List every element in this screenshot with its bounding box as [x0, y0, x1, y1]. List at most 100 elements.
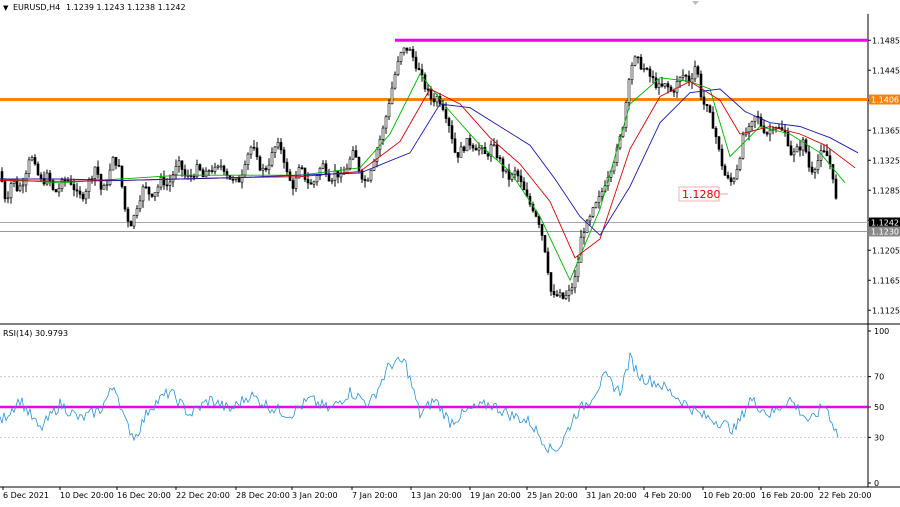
candle-body [633, 56, 637, 66]
candle-body [435, 96, 439, 103]
rsi-tick-label: 30 [874, 433, 884, 442]
candle-body [255, 147, 259, 158]
candle-body [27, 159, 31, 174]
candle-body [213, 166, 217, 172]
candle-body [462, 146, 466, 152]
candle-body [666, 83, 670, 88]
candle-body [465, 137, 469, 152]
candle-body [192, 176, 196, 178]
chart-menu-icon[interactable]: ▼ [3, 4, 9, 12]
time-tick-label: 19 Jan 20:00 [470, 491, 521, 500]
candle-body [504, 169, 508, 172]
candle-body [354, 150, 358, 158]
rsi-label: RSI(14) 30.9793 [3, 329, 68, 338]
candle-body [303, 167, 307, 180]
candle-body [3, 181, 7, 200]
candle-body [576, 262, 580, 278]
candle-body [21, 184, 25, 187]
candle-body [351, 150, 355, 160]
candle-body [270, 152, 274, 166]
candle-body [522, 181, 526, 191]
candle-body [285, 162, 289, 173]
candle-body [372, 160, 376, 171]
candle-body [672, 90, 676, 93]
candle-body [201, 169, 205, 178]
candle-body [426, 88, 430, 91]
candle-body [84, 191, 88, 200]
candle-body [138, 200, 142, 210]
candle-body [495, 144, 499, 158]
candle-body [786, 131, 790, 147]
candle-body [486, 153, 490, 157]
candle-body [231, 178, 235, 181]
candle-body [219, 165, 223, 168]
candle-body [789, 145, 793, 156]
candle-body [642, 67, 646, 70]
candle-body [450, 125, 454, 140]
candle-body [813, 169, 817, 173]
candle-body [75, 189, 79, 192]
candle-body [591, 207, 595, 217]
candle-body [120, 165, 124, 187]
candle-body [594, 202, 598, 209]
candle-body [387, 103, 391, 118]
candle-body [420, 69, 424, 76]
candle-body [369, 170, 373, 181]
candle-body [708, 105, 712, 113]
candle-body [108, 169, 112, 185]
candle-body [660, 83, 664, 87]
candle-body [153, 192, 157, 197]
candle-body [723, 165, 727, 176]
candle-body [300, 167, 304, 169]
annotation-label[interactable]: 1.1280 [682, 188, 721, 201]
time-tick-label: 25 Jan 20:00 [527, 491, 578, 500]
candle-body [333, 170, 337, 181]
candle-body [288, 171, 292, 181]
candle-body [810, 166, 814, 173]
price-tick-label: 1.1285 [872, 186, 900, 195]
candle-body [558, 292, 562, 297]
candle-body [477, 147, 481, 151]
candle-body [402, 47, 406, 53]
candle-body [471, 144, 475, 149]
candle-body [453, 138, 457, 153]
candle-body [405, 47, 409, 51]
candle-body [276, 142, 280, 148]
candle-body [162, 176, 166, 186]
price-tick-label: 1.1485 [872, 36, 900, 45]
candle-body [423, 74, 427, 90]
candle-body [390, 87, 394, 105]
candle-body [123, 186, 127, 210]
candle-body [741, 134, 745, 159]
candle-body [567, 289, 571, 296]
candle-body [309, 182, 313, 185]
candle-body [315, 175, 319, 183]
candle-body [726, 175, 730, 179]
candle-body [9, 183, 13, 199]
price-tick-label: 1.1325 [872, 156, 900, 165]
trading-chart[interactable]: ▼ EURUSD,H4 1.1239 1.1243 1.1238 1.1242 … [0, 0, 900, 503]
time-tick-label: 10 Feb 20:00 [703, 491, 755, 500]
candle-body [312, 181, 316, 185]
candle-body [165, 184, 169, 187]
candle-body [828, 155, 832, 165]
candle-body [90, 178, 94, 180]
candle-body [765, 132, 769, 135]
candle-body [36, 163, 40, 176]
candle-body [204, 170, 208, 178]
candle-body [72, 184, 76, 191]
candle-body [738, 157, 742, 170]
candle-body [12, 181, 16, 184]
candle-body [267, 164, 271, 171]
candle-body [15, 181, 19, 192]
candle-body [117, 164, 121, 167]
candle-body [492, 144, 496, 147]
candle-body [429, 88, 433, 100]
chart-canvas[interactable]: ▼ EURUSD,H4 1.1239 1.1243 1.1238 1.1242 … [0, 0, 900, 503]
candle-body [96, 166, 100, 175]
candle-body [822, 150, 826, 153]
price-tick-label: 1.1165 [872, 276, 900, 285]
candle-body [93, 166, 97, 179]
candle-body [720, 148, 724, 167]
candle-body [258, 156, 262, 171]
